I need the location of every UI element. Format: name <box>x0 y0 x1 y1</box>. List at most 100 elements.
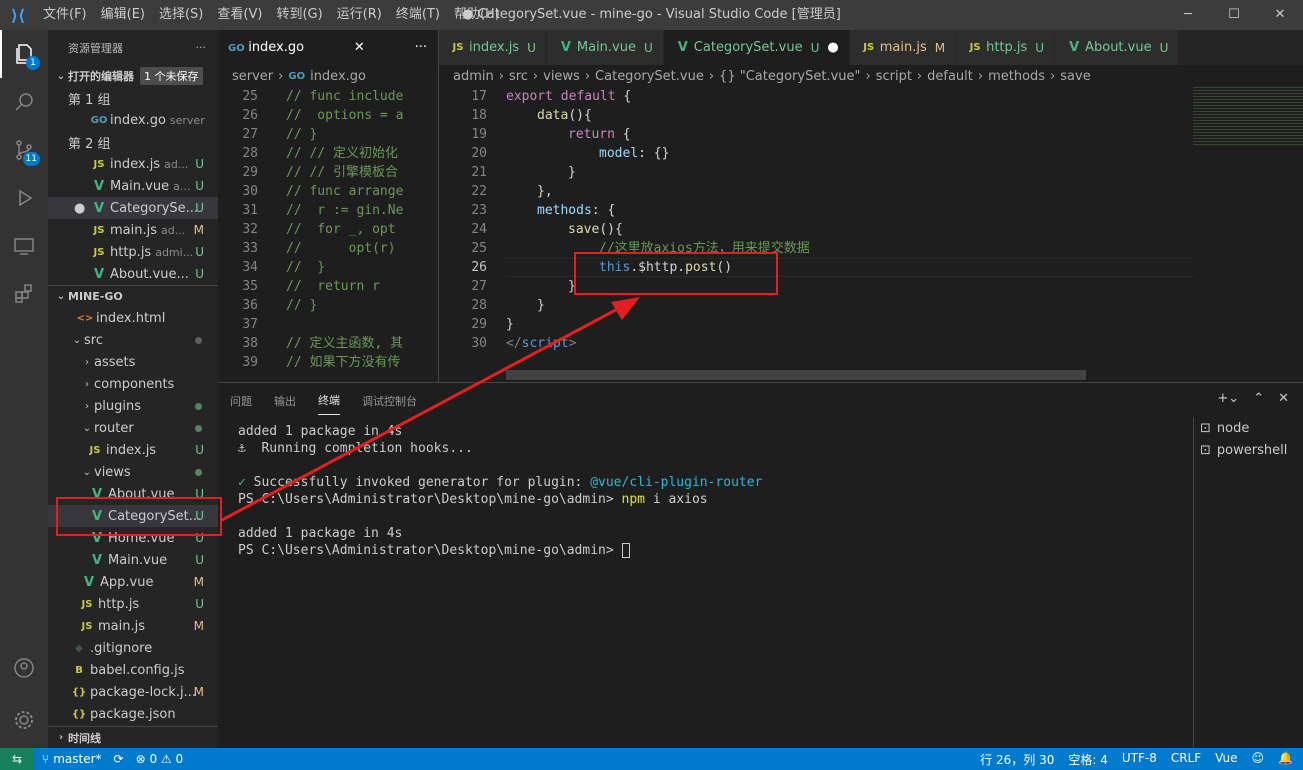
indentation[interactable]: 空格: 4 <box>1068 751 1108 768</box>
breadcrumb-item[interactable]: CategorySet.vue <box>595 69 704 84</box>
tree-item[interactable]: JS index.js U <box>48 439 218 461</box>
open-editor-item[interactable]: JS index.js ad... U <box>48 153 218 175</box>
tab-problems[interactable]: 问题 <box>230 387 252 415</box>
minimize-icon[interactable]: ─ <box>1165 0 1211 30</box>
language-mode[interactable]: Vue <box>1215 751 1237 768</box>
tree-item[interactable]: {} package-lock.j... M <box>48 681 218 703</box>
menu-run[interactable]: 运行(R) <box>330 0 389 30</box>
tree-folder[interactable]: ⌄ views <box>48 461 218 483</box>
tree-folder[interactable]: › assets <box>48 351 218 373</box>
menu-edit[interactable]: 编辑(E) <box>94 0 152 30</box>
encoding[interactable]: UTF-8 <box>1122 751 1157 768</box>
extensions-icon[interactable] <box>0 270 48 318</box>
breadcrumb-item[interactable]: default <box>927 69 973 84</box>
tree-item[interactable]: JS main.js M <box>48 615 218 637</box>
code-token: (){ <box>568 108 592 123</box>
line-number: 22 <box>471 184 487 199</box>
close-panel-icon[interactable]: ✕ <box>1278 391 1289 406</box>
remote-explorer-icon[interactable] <box>0 222 48 270</box>
tree-item[interactable]: V Home.vue U <box>48 527 218 549</box>
breadcrumb-item[interactable]: index.go <box>310 69 366 84</box>
line-ending[interactable]: CRLF <box>1171 751 1201 768</box>
tree-item[interactable]: Bbabel.config.js <box>48 659 218 681</box>
tree-item-categoryset[interactable]: V CategorySet... U <box>48 505 218 527</box>
tab-index-js[interactable]: JS index.js U <box>439 30 547 65</box>
tree-folder[interactable]: ⌄ router <box>48 417 218 439</box>
run-debug-icon[interactable] <box>0 174 48 222</box>
menu-go[interactable]: 转到(G) <box>269 0 329 30</box>
minimap[interactable] <box>1193 87 1303 147</box>
tree-folder[interactable]: › components <box>48 373 218 395</box>
close-icon[interactable]: ✕ <box>1257 0 1303 30</box>
breadcrumb-item[interactable]: src <box>509 69 528 84</box>
open-editors-section[interactable]: ⌄ 打开的编辑器 1 个未保存 <box>48 65 218 87</box>
tree-item[interactable]: V About.vue U <box>48 483 218 505</box>
terminal-instance-node[interactable]: ⊡ node <box>1194 417 1303 439</box>
tree-item[interactable]: <> index.html <box>48 307 218 329</box>
settings-gear-icon[interactable] <box>0 696 48 744</box>
open-editor-item[interactable]: V About.vue... U <box>48 263 218 285</box>
tab-main-js[interactable]: JS main.js M <box>849 30 957 65</box>
maximize-panel-icon[interactable]: ⌃ <box>1253 391 1264 406</box>
git-branch[interactable]: master* <box>53 752 101 766</box>
tab-index-go[interactable]: GO index.go ✕ ··· <box>218 30 438 65</box>
breadcrumb-item[interactable]: script <box>876 69 912 84</box>
close-tab-icon[interactable]: ✕ <box>354 40 365 55</box>
explorer-icon[interactable]: 1 <box>0 30 48 78</box>
sync-icon[interactable]: ⟳ <box>114 752 124 766</box>
menu-view[interactable]: 查看(V) <box>210 0 269 30</box>
breadcrumb-item[interactable]: views <box>543 69 580 84</box>
unsaved-dot-icon[interactable]: ● <box>827 40 838 55</box>
tree-item[interactable]: V App.vue M <box>48 571 218 593</box>
tree-item[interactable]: JS http.js U <box>48 593 218 615</box>
remote-icon[interactable]: ⇆ <box>0 748 34 770</box>
problems-count[interactable]: ⊗ 0 ⚠ 0 <box>136 752 184 766</box>
horizontal-scrollbar[interactable] <box>506 370 1086 380</box>
open-editor-item[interactable]: V Main.vue a... U <box>48 175 218 197</box>
tab-output[interactable]: 输出 <box>274 387 296 415</box>
open-editor-item[interactable]: GO index.go server <box>48 109 218 131</box>
breadcrumb-item[interactable]: methods <box>988 69 1045 84</box>
tab-terminal[interactable]: 终端 <box>318 386 340 415</box>
file-name: package-lock.j... <box>90 684 196 700</box>
menu-terminal[interactable]: 终端(T) <box>389 0 447 30</box>
breadcrumb-item[interactable]: {} "CategorySet.vue" <box>719 69 860 84</box>
tree-item[interactable]: V Main.vue U <box>48 549 218 571</box>
source-control-icon[interactable]: 11 <box>0 126 48 174</box>
account-icon[interactable] <box>0 644 48 692</box>
breadcrumb-item[interactable]: server <box>232 69 273 84</box>
terminal-output[interactable]: added 1 package in 4s ⚓ Running completio… <box>238 423 762 559</box>
breadcrumb-item[interactable]: admin <box>453 69 494 84</box>
code-token: > <box>568 336 577 351</box>
search-icon[interactable] <box>0 78 48 126</box>
cursor-position[interactable]: 行 26，列 30 <box>980 751 1054 768</box>
open-editor-item[interactable]: JS http.js admi... U <box>48 241 218 263</box>
maximize-icon[interactable]: ☐ <box>1211 0 1257 30</box>
project-section[interactable]: ⌄ MINE-GO <box>48 285 218 307</box>
tab-debug-console[interactable]: 调试控制台 <box>362 387 417 415</box>
menu-file[interactable]: 文件(F) <box>36 0 94 30</box>
tree-folder[interactable]: › plugins <box>48 395 218 417</box>
status-bar: ⇆ ⑂ master* ⟳ ⊗ 0 ⚠ 0 行 26，列 30 空格: 4 UT… <box>0 748 1303 770</box>
tree-item[interactable]: ◆ .gitignore <box>48 637 218 659</box>
open-editor-item[interactable]: JS main.js ad... M <box>48 219 218 241</box>
unsaved-dot-icon[interactable]: ● <box>74 201 90 216</box>
more-actions-icon[interactable]: ··· <box>415 40 427 55</box>
new-terminal-icon[interactable]: +⌄ <box>1217 391 1239 406</box>
tab-categoryset-vue[interactable]: V CategorySet.vue U ● <box>663 30 850 65</box>
notifications-icon[interactable]: 🔔 <box>1278 751 1293 768</box>
more-actions-icon[interactable]: ··· <box>196 41 207 54</box>
git-status: U <box>810 40 820 55</box>
tab-main-vue[interactable]: V Main.vue U <box>546 30 664 65</box>
tree-folder[interactable]: ⌄ src <box>48 329 218 351</box>
breadcrumb-item[interactable]: save <box>1060 69 1090 84</box>
feedback-icon[interactable]: ☺ <box>1252 751 1265 768</box>
menu-selection[interactable]: 选择(S) <box>152 0 210 30</box>
tree-item[interactable]: {} package.json <box>48 703 218 725</box>
terminal-instance-powershell[interactable]: ⊡ powershell <box>1194 439 1303 461</box>
tab-about-vue[interactable]: V About.vue U <box>1055 30 1180 65</box>
timeline-section[interactable]: › 时间线 <box>48 726 218 748</box>
open-editor-item[interactable]: ● V CategorySe... U <box>48 197 218 219</box>
menu-help[interactable]: 帮助(H) <box>447 0 507 30</box>
tab-http-js[interactable]: JS http.js U <box>956 30 1056 65</box>
